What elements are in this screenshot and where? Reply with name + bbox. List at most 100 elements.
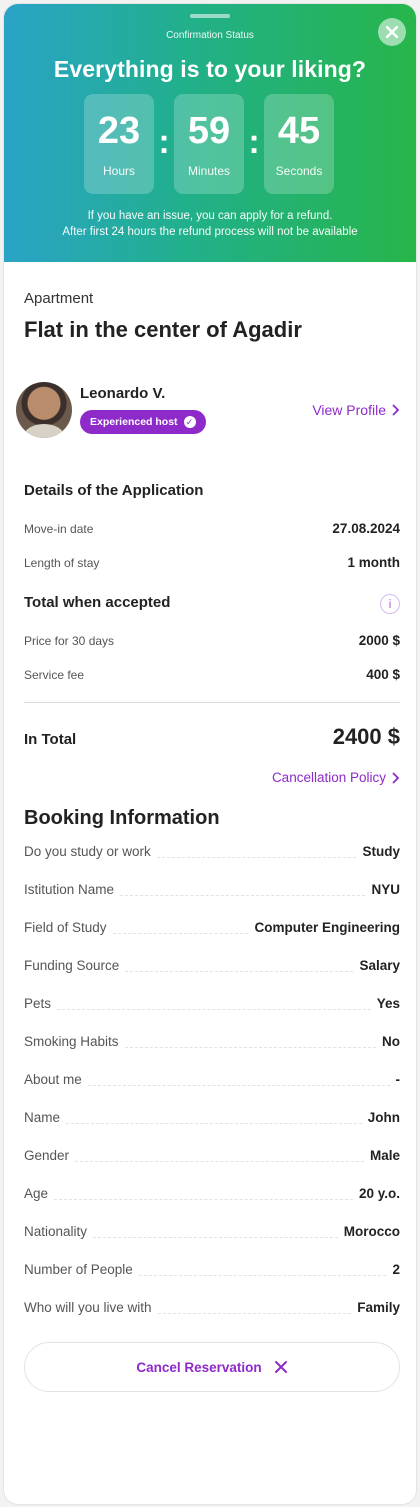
booking-info-row: Do you study or work Study: [24, 844, 400, 864]
refund-countdown: 23 Hours : 59 Minutes : 45 Seconds: [84, 94, 334, 194]
divider: [24, 702, 400, 703]
total-label: In Total: [24, 731, 77, 748]
dotted-leader: [157, 1313, 352, 1314]
booking-info-value: NYU: [371, 882, 400, 897]
listing-type: Apartment: [24, 290, 94, 307]
move-in-label: Move-in date: [24, 522, 94, 536]
booking-info-label: Gender: [24, 1148, 70, 1163]
booking-sheet: Confirmation Status Everything is to you…: [4, 4, 416, 1504]
booking-info-label: Do you study or work: [24, 844, 151, 859]
refund-note: If you have an issue, you can apply for …: [4, 208, 416, 240]
info-icon[interactable]: i: [380, 594, 400, 614]
chevron-right-icon: [392, 404, 400, 416]
booking-info-value: Family: [357, 1300, 400, 1315]
cancellation-policy-link[interactable]: Cancellation Policy: [272, 770, 400, 785]
seconds-label: Seconds: [275, 164, 323, 178]
booking-info-label: Who will you live with: [24, 1300, 152, 1315]
minutes-box: 59 Minutes: [174, 94, 244, 194]
view-profile-link[interactable]: View Profile: [312, 402, 400, 418]
cancel-reservation-button[interactable]: Cancel Reservation: [24, 1342, 400, 1392]
host-name: Leonardo V.: [80, 385, 166, 402]
cancellation-policy-label: Cancellation Policy: [271, 770, 386, 785]
sheet-drag-handle[interactable]: [190, 14, 230, 18]
move-in-value: 27.08.2024: [332, 521, 400, 536]
booking-info-label: About me: [24, 1072, 82, 1087]
header-title: Everything is to your liking?: [53, 56, 367, 82]
booking-info-row: About me -: [24, 1072, 400, 1092]
dotted-leader: [156, 857, 357, 858]
booking-info-label: Field of Study: [24, 920, 107, 935]
booking-info-label: Name: [24, 1110, 61, 1125]
hours-value: 23: [97, 110, 141, 152]
booking-info-value: Male: [369, 1148, 400, 1163]
listing-title: Flat in the center of Agadir: [24, 317, 302, 342]
booking-info-row: Nationality Morocco: [24, 1224, 400, 1244]
booking-info-value: Morocco: [343, 1224, 400, 1239]
length-of-stay-value: 1 month: [347, 555, 401, 570]
booking-info-row: Smoking Habits No: [24, 1034, 400, 1054]
experienced-host-badge: Experienced host ✓: [80, 410, 206, 434]
booking-info-value: Computer Engineering: [254, 920, 400, 935]
price-row: Price for 30 days 2000 $: [24, 633, 400, 648]
booking-info-row: Istitution Name NYU: [24, 882, 400, 902]
minutes-label: Minutes: [187, 164, 231, 178]
total-value: 2400 $: [332, 724, 400, 749]
refund-note-line: If you have an issue, you can apply for …: [87, 210, 333, 222]
price-value: 2000 $: [358, 633, 400, 648]
seconds-value: 45: [277, 110, 321, 152]
dotted-leader: [120, 895, 366, 896]
move-in-row: Move-in date 27.08.2024: [24, 521, 400, 536]
dotted-leader: [54, 1199, 353, 1200]
booking-info-row: Pets Yes: [24, 996, 400, 1016]
length-of-stay-label: Length of stay: [24, 556, 100, 570]
dotted-leader: [125, 971, 354, 972]
booking-info-value: Yes: [376, 996, 400, 1011]
booking-info-label: Istitution Name: [24, 882, 115, 897]
booking-info-label: Smoking Habits: [24, 1034, 119, 1049]
dotted-leader: [112, 933, 249, 934]
refund-note-line: After first 24 hours the refund process …: [62, 226, 358, 238]
total-when-accepted-title: Total when accepted: [24, 594, 171, 611]
booking-info-row: Field of Study Computer Engineering: [24, 920, 400, 940]
dotted-leader: [66, 1123, 362, 1124]
booking-info-label: Number of People: [24, 1262, 133, 1277]
cancel-reservation-label: Cancel Reservation: [136, 1359, 262, 1375]
hours-box: 23 Hours: [84, 94, 154, 194]
booking-info-value: John: [367, 1110, 400, 1125]
host-card: Leonardo V. Experienced host ✓ View Prof…: [16, 380, 400, 440]
booking-info-label: Funding Source: [24, 958, 120, 973]
close-icon: [274, 1361, 287, 1373]
host-avatar[interactable]: [16, 382, 72, 438]
booking-info-label: Pets: [24, 996, 52, 1011]
service-fee-label: Service fee: [24, 668, 85, 682]
dotted-leader: [75, 1161, 364, 1162]
minutes-value: 59: [187, 110, 231, 152]
service-fee-value: 400 $: [366, 667, 400, 682]
dotted-leader: [93, 1237, 338, 1238]
booking-info-value: 2: [392, 1262, 400, 1277]
dotted-leader: [138, 1275, 387, 1276]
confirmation-status-label: Confirmation Status: [166, 30, 254, 41]
booking-info-row: Who will you live with Family: [24, 1300, 400, 1320]
booking-info-row: Funding Source Salary: [24, 958, 400, 978]
booking-info-label: Age: [24, 1186, 49, 1201]
booking-info-value: Study: [362, 844, 400, 859]
timer-separator: :: [248, 122, 260, 161]
view-profile-label: View Profile: [312, 402, 386, 418]
seconds-box: 45 Seconds: [264, 94, 334, 194]
chevron-right-icon: [392, 772, 400, 783]
hours-label: Hours: [102, 164, 135, 178]
dotted-leader: [87, 1085, 390, 1086]
service-fee-row: Service fee 400 $: [24, 667, 400, 682]
booking-info-value: No: [382, 1034, 400, 1049]
total-row: In Total 2400 $: [24, 724, 400, 750]
price-label: Price for 30 days: [24, 634, 115, 648]
application-details-title: Details of the Application: [24, 482, 204, 499]
timer-separator: :: [158, 122, 170, 161]
booking-info-row: Gender Male: [24, 1148, 400, 1168]
verified-check-icon: ✓: [183, 416, 196, 428]
booking-info-value: Salary: [359, 958, 400, 973]
booking-information-title: Booking Information: [24, 807, 220, 829]
confirmation-header: Confirmation Status Everything is to you…: [4, 4, 416, 262]
badge-label: Experienced host: [90, 416, 178, 428]
